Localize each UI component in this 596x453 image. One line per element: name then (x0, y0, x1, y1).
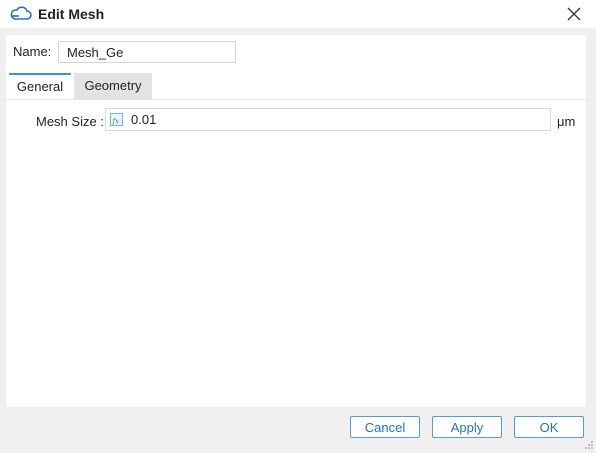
name-input[interactable] (58, 41, 236, 63)
resize-grip-icon[interactable] (584, 438, 594, 449)
svg-text:fx: fx (112, 118, 120, 126)
fx-icon[interactable]: fx (110, 113, 123, 126)
dialog-title: Edit Mesh (38, 6, 105, 22)
tab-general[interactable]: General (9, 73, 71, 99)
mesh-size-unit: μm (557, 114, 576, 129)
cancel-button[interactable]: Cancel (350, 416, 420, 438)
ok-button[interactable]: OK (514, 416, 584, 438)
apply-button[interactable]: Apply (432, 416, 502, 438)
dialog-body: Name: General Geometry Mesh Size : fx μm (6, 35, 586, 407)
close-button[interactable] (564, 4, 584, 24)
name-label: Name: (13, 44, 52, 59)
close-icon (567, 7, 581, 21)
cloud-icon (10, 6, 32, 22)
mesh-size-field[interactable]: fx (105, 108, 551, 131)
tab-divider (6, 99, 586, 100)
tab-geometry[interactable]: Geometry (74, 73, 152, 99)
title-bar: Edit Mesh (0, 0, 596, 28)
mesh-size-input[interactable] (131, 109, 541, 130)
mesh-size-label: Mesh Size : (36, 114, 104, 129)
